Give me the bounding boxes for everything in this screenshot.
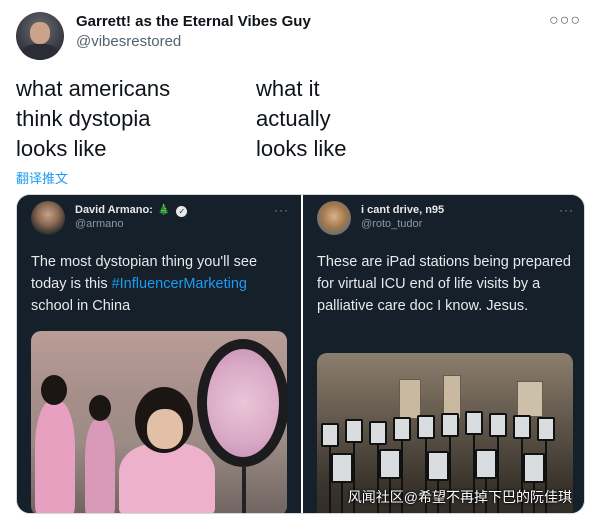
quoted-avatar-left	[31, 201, 65, 235]
photo-person	[85, 419, 115, 513]
ellipsis-icon: ···	[559, 203, 574, 217]
ring-light	[197, 339, 287, 467]
ring-light-stand	[242, 465, 246, 513]
user-handle[interactable]: @vibesrestored	[76, 33, 181, 50]
quoted-handle-left: @armano	[75, 218, 124, 230]
avatar[interactable]	[16, 12, 64, 60]
tree-emoji-icon: 🎄	[157, 205, 171, 216]
photo-person-hair	[89, 395, 111, 421]
tweet-text-right: what it actually looks like	[256, 76, 347, 161]
verified-badge-icon: ✓	[176, 206, 188, 217]
translate-tweet-link[interactable]: 翻译推文	[16, 168, 68, 187]
quoted-tweet-right[interactable]: i cant drive, n95 @roto_tudor ··· These …	[303, 195, 584, 513]
quoted-display-name-right: i cant drive, n95	[361, 204, 445, 216]
quoted-handle-right: @roto_tudor	[361, 218, 423, 230]
tweet-media[interactable]: David Armano: 🎄 ✓ @armano ··· The most d…	[16, 194, 585, 514]
avatar-face	[30, 22, 50, 44]
quoted-avatar-right	[317, 201, 351, 235]
ipad-stand	[341, 483, 343, 513]
photo-person-main	[119, 443, 215, 513]
quoted-tweet-left[interactable]: David Armano: 🎄 ✓ @armano ··· The most d…	[17, 195, 301, 513]
avatar-shirt	[22, 44, 58, 60]
tweet-text-left: what americans think dystopia looks like	[16, 76, 171, 161]
ipad	[465, 411, 483, 435]
photo-person	[35, 401, 75, 513]
photo-door	[399, 379, 421, 419]
photo-person-face	[147, 409, 183, 449]
ipad	[523, 453, 545, 483]
ipad	[417, 415, 435, 439]
quoted-text-left-end: school in China	[31, 298, 131, 314]
hashtag-link: #InfluencerMarketing	[111, 276, 248, 292]
ipad	[379, 449, 401, 479]
quoted-text-right: These are iPad stations being prepared f…	[317, 254, 571, 314]
ipad	[345, 419, 363, 443]
ipad	[441, 413, 459, 437]
quoted-display-name-left: David Armano:	[75, 204, 153, 216]
ipad	[369, 421, 387, 445]
tweet-header: Garrett! as the Eternal Vibes Guy @vibes…	[16, 8, 581, 60]
photo-door	[517, 381, 543, 417]
ipad	[331, 453, 353, 483]
ipad	[489, 413, 507, 437]
ipad	[321, 423, 339, 447]
watermark: 风闻社区@希望不再掉下巴的阮佳琪	[347, 489, 572, 505]
ipad	[537, 417, 555, 441]
quoted-photo-ring-lights	[31, 331, 287, 513]
ipad	[475, 449, 497, 479]
ellipsis-icon[interactable]: ○○○	[549, 12, 581, 30]
ipad	[393, 417, 411, 441]
ellipsis-icon: ···	[274, 203, 289, 217]
quoted-name-left: David Armano: 🎄 ✓	[75, 204, 188, 217]
ipad	[513, 415, 531, 439]
quoted-text-left: The most dystopian thing you'll see toda…	[31, 251, 289, 317]
display-name[interactable]: Garrett! as the Eternal Vibes Guy	[76, 13, 311, 30]
ipad	[427, 451, 449, 481]
photo-person-hair	[41, 375, 67, 405]
